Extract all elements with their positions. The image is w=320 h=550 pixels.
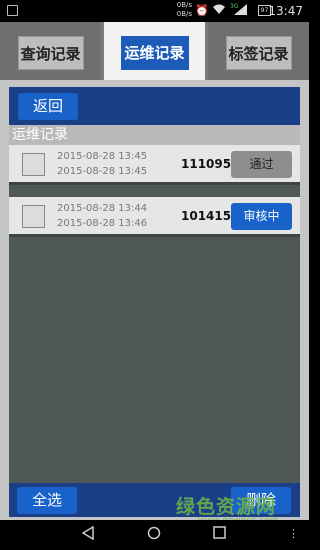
record-start-time: 2015-08-28 13:45	[57, 151, 148, 162]
net-down: 0B/s	[176, 10, 192, 18]
status-bar: 0B/s 0B/s ⏰ 3G 97 13:47	[0, 0, 309, 22]
records-panel: 返回 运维记录 2015-08-28 13:45 2015-08-28 13:4…	[9, 87, 300, 517]
gallery-notification-icon	[7, 5, 18, 16]
record-id: 101415	[181, 209, 232, 223]
clock: 13:47	[268, 4, 303, 18]
list-item[interactable]: 2015-08-28 13:45 2015-08-28 13:45 111095…	[9, 145, 300, 185]
battery-level: 97	[260, 7, 269, 14]
select-all-button[interactable]: 全选	[17, 487, 77, 514]
tab-tag-records[interactable]: 标签记录	[208, 22, 309, 80]
record-checkbox[interactable]	[22, 205, 45, 228]
section-title: 运维记录	[9, 125, 300, 145]
top-toolbar: 返回	[9, 87, 300, 125]
alarm-icon: ⏰	[195, 4, 209, 17]
tab-label: 运维记录	[120, 36, 189, 70]
back-button[interactable]: 返回	[18, 93, 78, 120]
tab-maintenance-records[interactable]: 运维记录	[104, 22, 205, 80]
content-area: 返回 运维记录 2015-08-28 13:45 2015-08-28 13:4…	[0, 80, 309, 520]
recents-nav-icon[interactable]	[213, 526, 226, 543]
tab-label: 标签记录	[225, 36, 292, 70]
tab-query-records[interactable]: 查询记录	[0, 22, 101, 80]
tab-bar: 查询记录 运维记录 标签记录	[0, 22, 309, 80]
wifi-icon	[212, 4, 226, 18]
record-start-time: 2015-08-28 13:44	[57, 203, 148, 214]
record-status-button[interactable]: 审核中	[231, 203, 292, 230]
back-nav-icon[interactable]	[81, 525, 94, 544]
record-end-time: 2015-08-28 13:46	[57, 218, 148, 229]
record-end-time: 2015-08-28 13:45	[57, 166, 148, 177]
home-nav-icon[interactable]	[147, 526, 161, 544]
menu-nav-icon[interactable]: ⋮	[288, 527, 299, 540]
signal-icon	[234, 4, 248, 18]
record-checkbox[interactable]	[22, 153, 45, 176]
tab-label: 查询记录	[17, 36, 84, 70]
bottom-toolbar: 全选 删除	[9, 483, 300, 517]
net-up: 0B/s	[176, 1, 192, 9]
navigation-bar: ⋮	[0, 520, 309, 550]
list-item[interactable]: 2015-08-28 13:44 2015-08-28 13:46 101415…	[9, 197, 300, 237]
record-status-button[interactable]: 通过	[231, 151, 292, 178]
delete-button[interactable]: 删除	[231, 487, 291, 514]
network-speed: 0B/s 0B/s	[170, 1, 192, 19]
record-id: 111095	[181, 157, 232, 171]
